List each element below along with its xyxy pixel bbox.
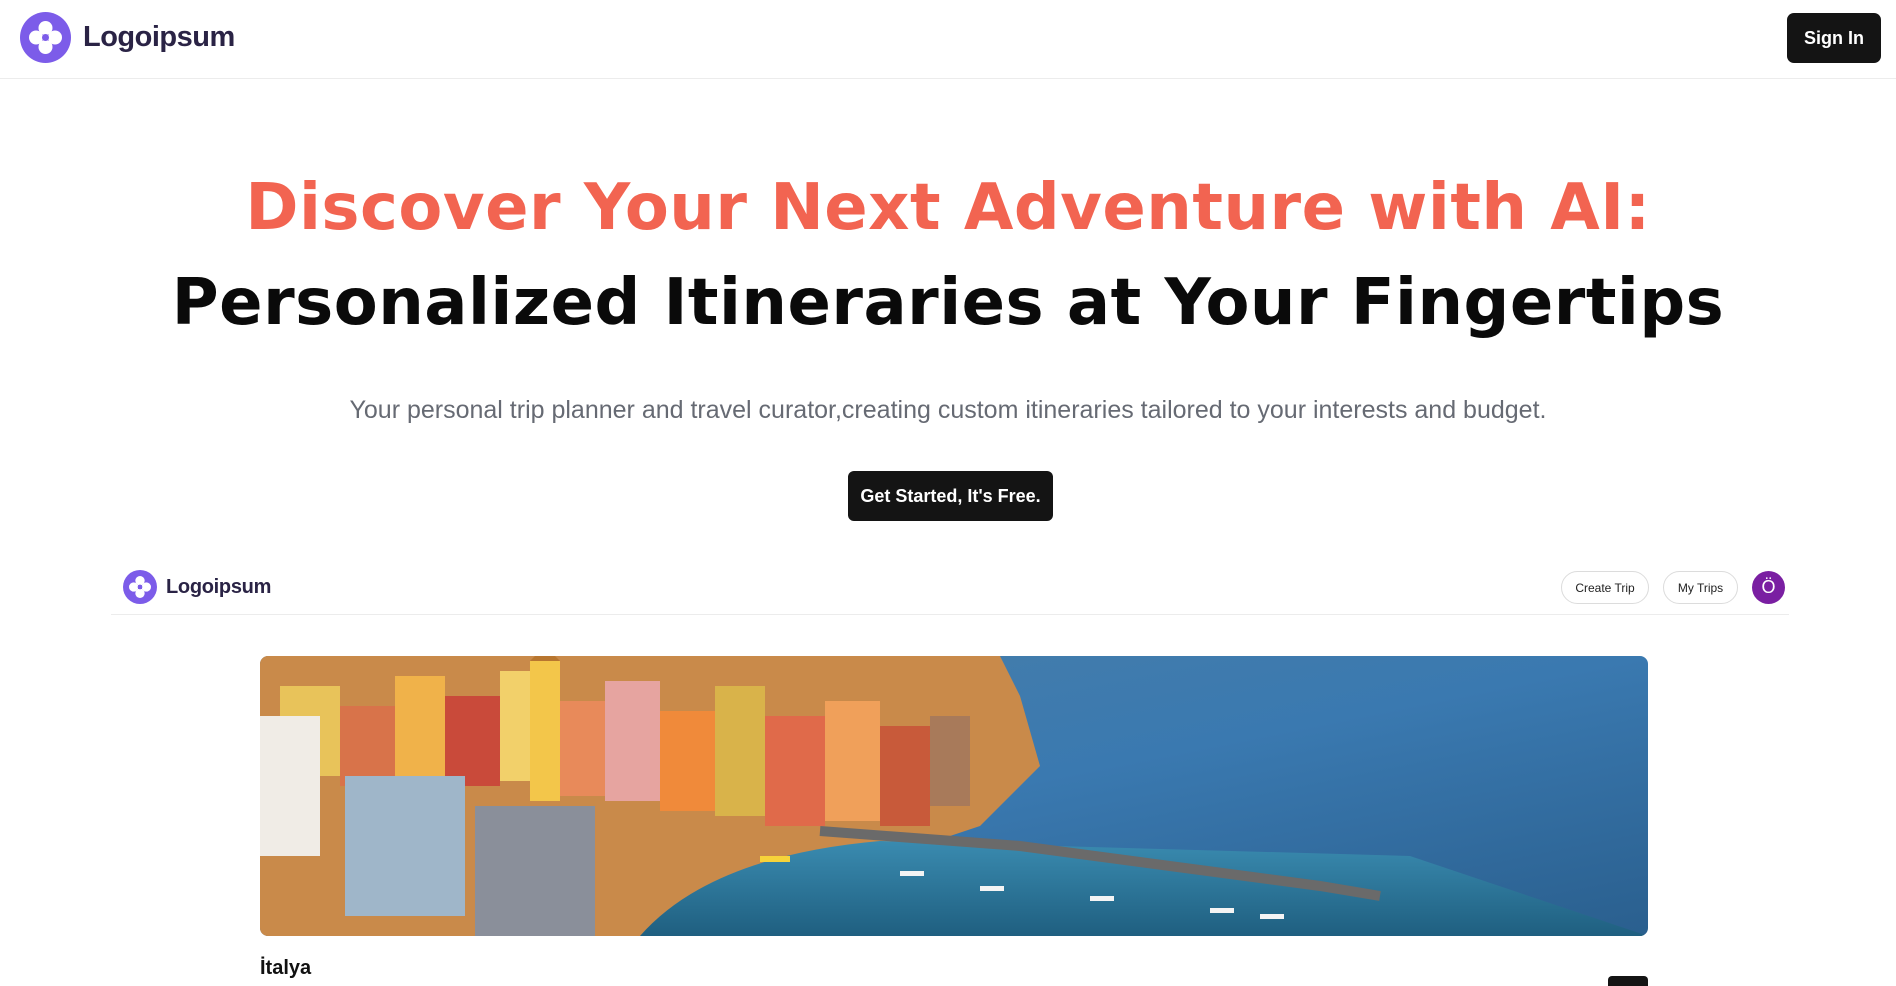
- sign-in-button[interactable]: Sign In: [1787, 13, 1881, 63]
- destination-image: [260, 656, 1648, 936]
- preview-logo-icon: [123, 570, 157, 604]
- preview-brand-logo[interactable]: Logoipsum: [123, 570, 271, 604]
- top-navbar: Logoipsum Sign In: [0, 0, 1896, 79]
- my-trips-button[interactable]: My Trips: [1663, 571, 1738, 604]
- preview-brand-name: Logoipsum: [166, 575, 272, 598]
- brand-name: Logoipsum: [83, 21, 235, 53]
- app-preview: Logoipsum Create Trip My Trips Ö İtalya: [111, 556, 1789, 986]
- brand-logo[interactable]: Logoipsum: [20, 12, 235, 63]
- hero-title-accent: Discover Your Next Adventure with AI:: [245, 171, 1651, 245]
- destination-title: İtalya: [260, 957, 312, 979]
- create-trip-button[interactable]: Create Trip: [1561, 571, 1649, 604]
- get-started-button[interactable]: Get Started, It's Free.: [848, 471, 1053, 521]
- destination-action-button[interactable]: [1608, 976, 1648, 986]
- coastal-town-photo: [260, 656, 1648, 936]
- preview-navbar: Logoipsum Create Trip My Trips Ö: [111, 556, 1789, 615]
- avatar[interactable]: Ö: [1752, 571, 1785, 604]
- hero-subtitle: Your personal trip planner and travel cu…: [349, 396, 1547, 424]
- hero-title: Personalized Itineraries at Your Fingert…: [171, 266, 1725, 340]
- logo-icon: [20, 12, 71, 63]
